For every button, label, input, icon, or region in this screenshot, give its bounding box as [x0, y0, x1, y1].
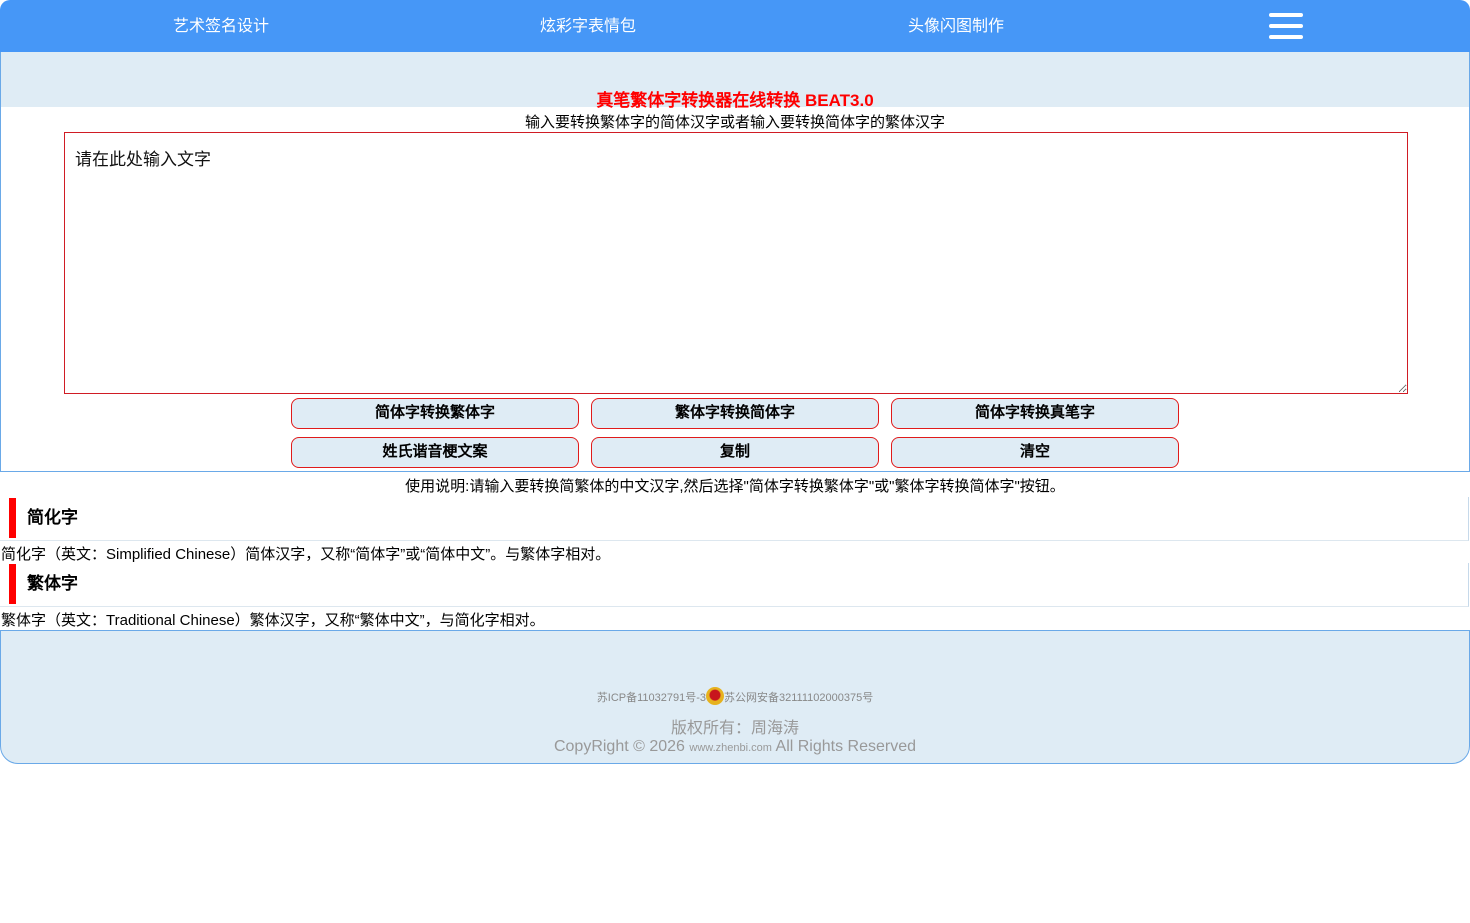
top-navigation: 艺术签名设计 炫彩字表情包 头像闪图制作	[0, 0, 1470, 52]
site-domain: www.zhenbi.com	[689, 742, 772, 754]
input-instruction: 输入要转换繁体字的简体汉字或者输入要转换简体字的繁体汉字	[524, 114, 945, 131]
police-record-link[interactable]: 苏公网安备32111102000375号	[724, 692, 873, 704]
section-title: 繁体字	[27, 574, 78, 593]
heading-accent-bar	[9, 564, 16, 604]
nav-link-emoji-text[interactable]: 炫彩字表情包	[540, 0, 636, 52]
section-heading-simplified: 简化字	[0, 497, 1469, 541]
copyright-suffix: All Rights Reserved	[775, 738, 917, 755]
simplified-to-handwriting-button[interactable]: 简体字转换真笔字	[891, 398, 1179, 429]
section-title: 简化字	[27, 508, 78, 527]
surname-pun-button[interactable]: 姓氏谐音梗文案	[291, 437, 579, 468]
beian-line: 苏ICP备11032791号-3 苏公网安备32111102000375号	[1, 687, 1469, 705]
copyright-prefix: CopyRight © 2026	[553, 738, 685, 755]
converter-panel: 真笔繁体字转换器在线转换 BEAT3.0 输入要转换繁体字的简体汉字或者输入要转…	[0, 52, 1470, 472]
nav-link-avatar-gif[interactable]: 头像闪图制作	[908, 0, 1004, 52]
copy-button[interactable]: 复制	[591, 437, 879, 468]
clear-button[interactable]: 清空	[891, 437, 1179, 468]
copyright-line: CopyRight © 2026 www.zhenbi.com All Righ…	[1, 738, 1469, 756]
hamburger-menu-icon[interactable]	[1269, 13, 1303, 39]
section-heading-traditional: 繁体字	[0, 563, 1469, 607]
nav-link-art-signature[interactable]: 艺术签名设计	[173, 0, 269, 52]
usage-note: 使用说明:请输入要转换简繁体的中文汉字,然后选择"简体字转换繁体字"或"繁体字转…	[405, 478, 1065, 495]
footer: 苏ICP备11032791号-3 苏公网安备32111102000375号 版权所…	[0, 630, 1470, 764]
simplified-to-traditional-button[interactable]: 简体字转换繁体字	[291, 398, 579, 429]
police-badge-icon	[706, 687, 725, 705]
copyright-owner: 版权所有：周海涛	[670, 720, 799, 737]
icp-link[interactable]: 苏ICP备11032791号-3	[597, 692, 706, 704]
page-title: 真笔繁体字转换器在线转换 BEAT3.0	[596, 91, 874, 110]
traditional-to-simplified-button[interactable]: 繁体字转换简体字	[591, 398, 879, 429]
heading-accent-bar	[9, 498, 16, 538]
section-text-simplified: 简化字（英文：Simplified Chinese）简体汉字，又称“简体字”或“…	[1, 546, 611, 563]
text-input-area[interactable]	[64, 132, 1408, 394]
section-text-traditional: 繁体字（英文：Traditional Chinese）繁体汉字，又称“繁体中文”…	[1, 612, 545, 629]
